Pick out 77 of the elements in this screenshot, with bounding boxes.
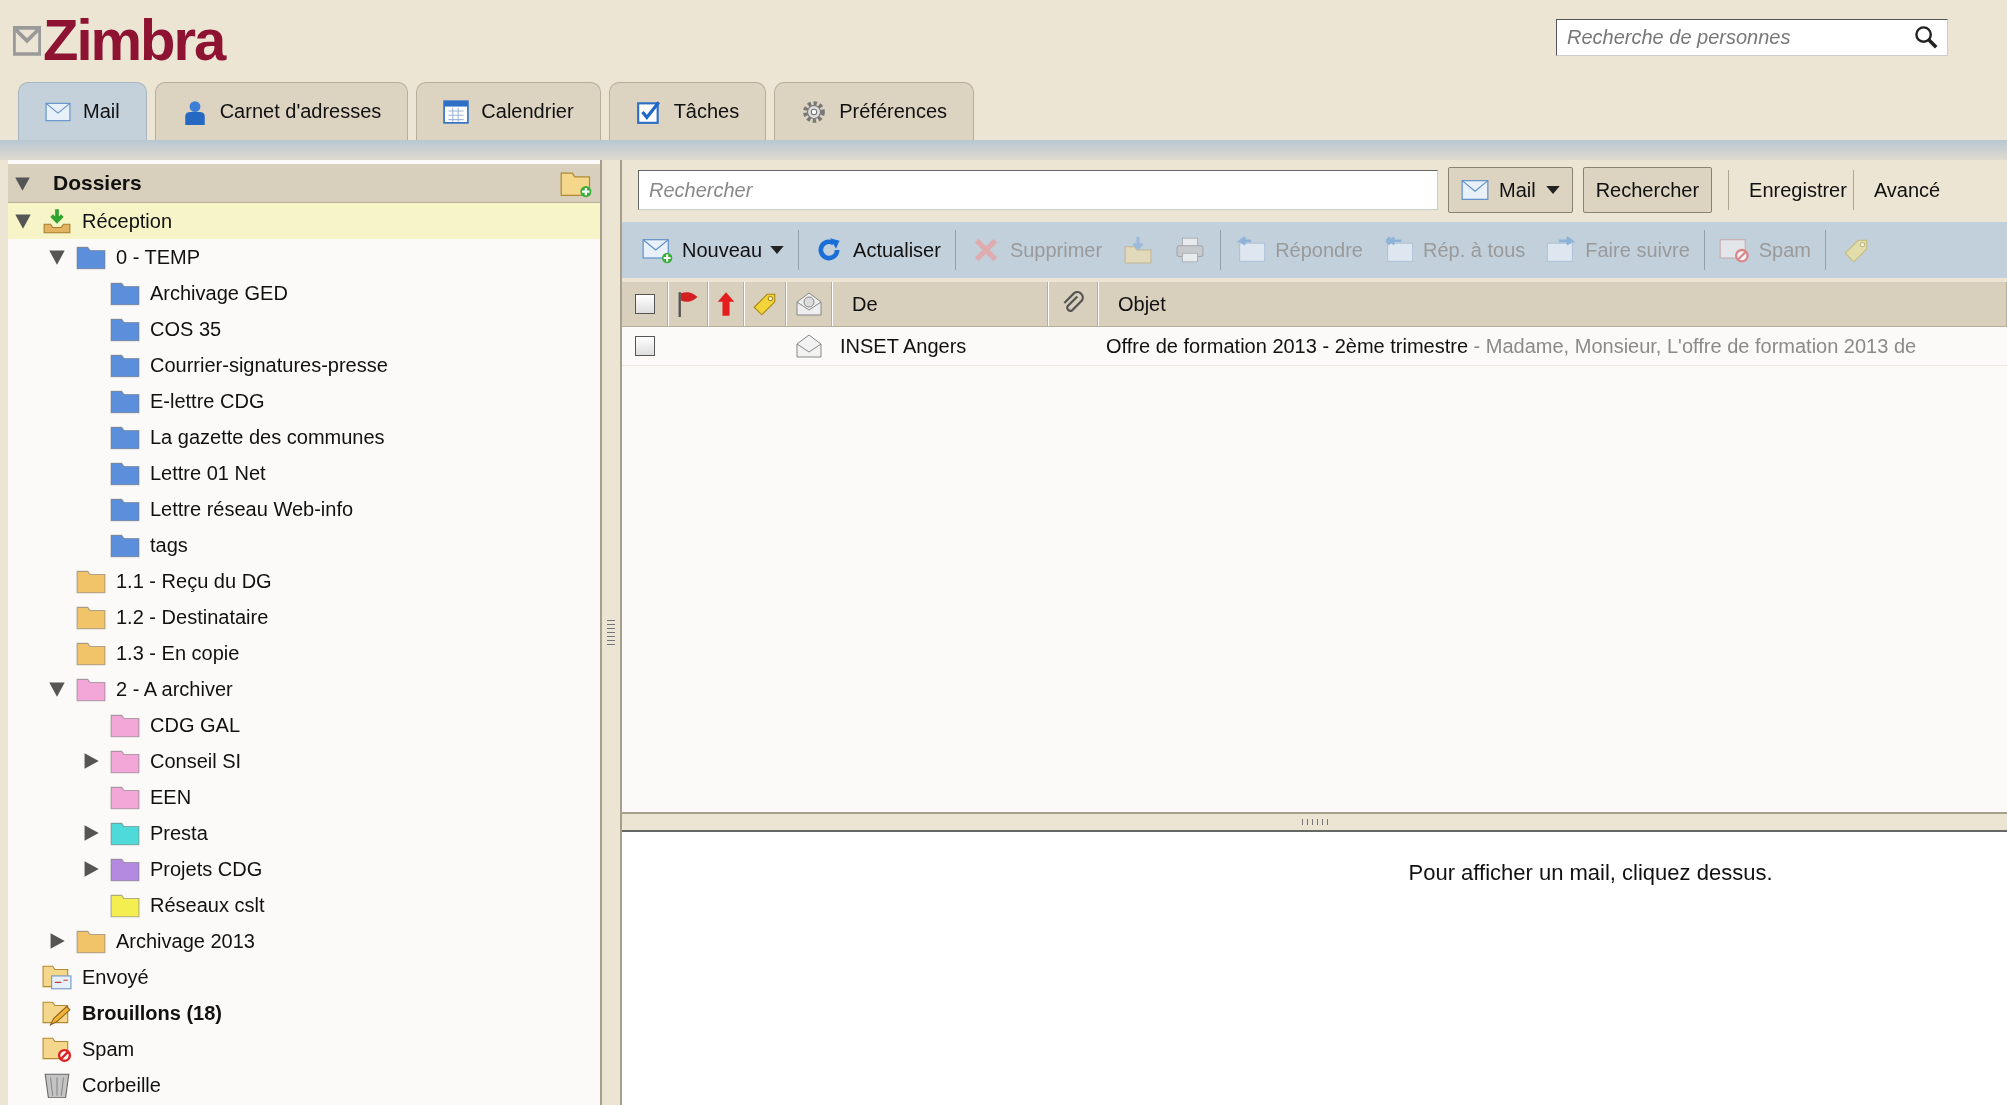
app-tab[interactable]: Tâches xyxy=(608,82,767,140)
folder-item[interactable]: Lettre réseau Web-info xyxy=(8,491,600,527)
gear-icon xyxy=(801,98,828,125)
trash-icon xyxy=(42,1072,72,1098)
search-type-button[interactable]: Mail xyxy=(1448,167,1573,213)
folder-item[interactable]: 1.3 - En copie xyxy=(8,635,600,671)
folder-item[interactable]: EEN xyxy=(8,779,600,815)
drafts-folder-icon xyxy=(42,1000,72,1026)
sender-name: INSET Angers xyxy=(840,334,967,358)
folder-item[interactable]: Spam xyxy=(8,1031,600,1067)
calendar-icon xyxy=(443,98,470,125)
reply-all-icon xyxy=(1383,236,1415,264)
expand-arrow-icon[interactable] xyxy=(82,860,100,878)
folder-item[interactable]: E-lettre CDG xyxy=(8,383,600,419)
folder-item[interactable]: 2 - A archiver xyxy=(8,671,600,707)
message-row[interactable]: INSET Angers Offre de formation 2013 - 2ème trimestre - Madame, Monsieur, L'offre de formation 2013 de xyxy=(622,327,2007,366)
spam-icon xyxy=(1718,236,1751,264)
expand-arrow-icon[interactable] xyxy=(48,932,66,950)
caret-icon xyxy=(1545,185,1560,195)
folders-panel-title: Dossiers xyxy=(53,171,143,195)
expand-arrow-icon[interactable] xyxy=(48,248,66,266)
folder-item[interactable]: La gazette des communes xyxy=(8,419,600,455)
expand-arrow-icon[interactable] xyxy=(82,752,100,770)
folder-item[interactable]: 0 - TEMP xyxy=(8,239,600,275)
column-header[interactable]: De xyxy=(832,282,1048,326)
search-link[interactable]: Avancé xyxy=(1873,178,1941,202)
expand-arrow-icon[interactable] xyxy=(48,680,66,698)
folder-arrow-icon xyxy=(1122,236,1155,264)
search-field[interactable]: Rechercher xyxy=(638,170,1438,210)
folder-item[interactable]: Réception xyxy=(8,203,600,239)
column-header[interactable]: Objet xyxy=(1098,282,2007,326)
search-link[interactable]: Enregistrer xyxy=(1749,178,1847,202)
people-search-field[interactable]: Recherche de personnes xyxy=(1556,19,1948,56)
folder-item[interactable]: Projets CDG xyxy=(8,851,600,887)
envelope-icon xyxy=(795,291,822,317)
folder-item[interactable]: 1.2 - Destinataire xyxy=(8,599,600,635)
folder-item[interactable]: 1.1 - Reçu du DG xyxy=(8,563,600,599)
select-all-checkbox[interactable] xyxy=(634,294,655,314)
expand-arrow-icon[interactable] xyxy=(82,824,100,842)
expand-arrow-icon[interactable] xyxy=(14,212,32,230)
folder-item[interactable]: Archivage 2013 xyxy=(8,923,600,959)
toolbar-button[interactable]: Actualiser xyxy=(803,228,951,272)
subject-text: Offre de formation 2013 - 2ème trimestre xyxy=(1106,334,1468,358)
folder-item[interactable]: Brouillons (18) xyxy=(8,995,600,1031)
collapse-arrow-icon[interactable] xyxy=(14,174,31,192)
folder-item[interactable]: CDG GAL xyxy=(8,707,600,743)
app-tab[interactable]: Calendrier xyxy=(416,82,601,140)
message-checkbox[interactable] xyxy=(635,336,655,356)
tag-icon xyxy=(751,291,778,317)
search-button[interactable]: Rechercher xyxy=(1582,167,1713,213)
folder-item[interactable]: Courrier-signatures-presse xyxy=(8,347,600,383)
message-preview: - Madame, Monsieur, L'offre de formation 2013 de xyxy=(1473,334,1917,358)
printer-icon xyxy=(1174,236,1207,264)
sent-folder-icon xyxy=(42,964,72,990)
reply-icon xyxy=(1235,236,1268,264)
empty-reading-pane-message: Pour afficher un mail, cliquez dessus. xyxy=(1408,860,1773,887)
folder-item[interactable]: tags xyxy=(8,527,600,563)
zimbra-logo: Zimbra xyxy=(13,10,225,70)
new-mail-icon xyxy=(642,236,674,264)
checkbox-tick-icon xyxy=(635,98,662,125)
app-tab[interactable]: Préférences xyxy=(774,82,975,140)
folder-item[interactable]: Réseaux cslt xyxy=(8,887,600,923)
folder-item[interactable]: Corbeille xyxy=(8,1067,600,1103)
toolbar-button[interactable]: Nouveau xyxy=(632,228,795,272)
folder-item[interactable]: Envoyé xyxy=(8,959,600,995)
inbox-tray-icon xyxy=(42,208,72,234)
app-tab[interactable]: Mail xyxy=(18,82,147,140)
forward-icon xyxy=(1545,236,1578,264)
folder-item[interactable]: Archivage GED xyxy=(8,275,600,311)
folder-item[interactable]: Lettre 01 Net xyxy=(8,455,600,491)
folder-item[interactable]: COS 35 xyxy=(8,311,600,347)
search-icon[interactable] xyxy=(1914,25,1938,49)
folder-item[interactable]: Presta xyxy=(8,815,600,851)
spam-folder-icon xyxy=(42,1036,72,1062)
app-tab[interactable]: Carnet d'adresses xyxy=(154,82,409,140)
envelope-icon xyxy=(1461,179,1489,201)
folder-item[interactable]: Conseil SI xyxy=(8,743,600,779)
